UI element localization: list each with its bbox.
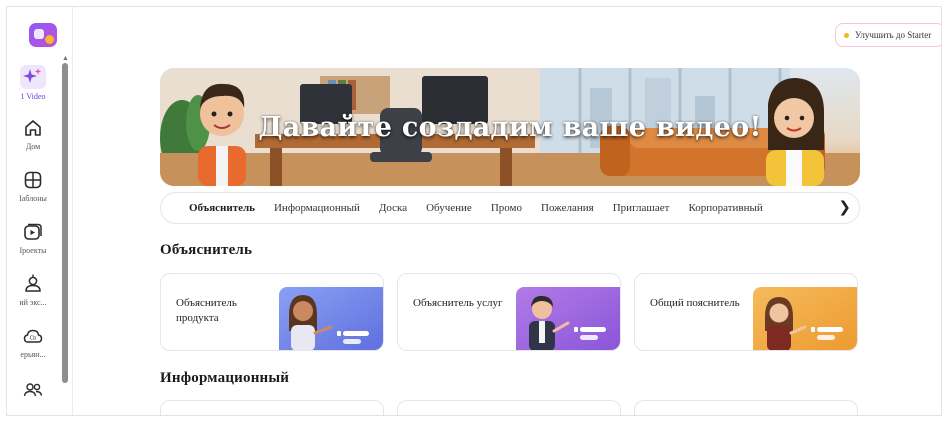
tab-promo[interactable]: Промо [491,202,522,214]
sparkle-icon [23,68,42,83]
tab-wishes[interactable]: Пожелания [541,202,594,214]
sidebar-item-ai-video[interactable]: 1 Video [7,65,59,101]
sidebar-item-avatar[interactable]: ий экс... [7,273,59,307]
sidebar-item-label: 1 Video [20,92,46,101]
card-label: Объяснитель услуг [413,297,503,309]
section-title-explainer: Объяснитель [160,242,253,258]
sidebar: ▲ 1 Video Дом Iаблоны Iроекты ий экс... … [7,7,73,415]
template-card-partial[interactable] [634,400,858,415]
sidebar-item-cloud[interactable]: Cb ерьян... [7,325,59,359]
upgrade-button[interactable]: Улучшить до Starter [835,23,941,47]
team-icon [23,383,43,397]
tab-whiteboard[interactable]: Доска [379,202,407,214]
template-card-general-explainer[interactable]: Общий пояснитель [634,273,858,351]
home-icon [25,120,41,136]
banner-title: Давайте создадим ваше видео! [258,112,762,143]
sidebar-item-home[interactable]: Дом [7,117,59,151]
hero-banner: Давайте создадим ваше видео! [160,68,860,186]
app-window: ▲ 1 Video Дом Iаблоны Iроекты ий экс... … [6,6,942,416]
sidebar-item-label: Iаблоны [19,194,47,203]
scroll-up-arrow-icon[interactable]: ▲ [62,54,69,62]
template-card-product-explainer[interactable]: Объяснитель продукта [160,273,384,351]
card-label: Объяснитель продукта [176,297,237,324]
presenter-woman-illustration [279,287,383,350]
sidebar-scrollbar[interactable] [62,63,68,383]
card-thumbnail [279,287,383,350]
sidebar-item-team[interactable] [7,379,59,401]
sidebar-item-label: Дом [25,142,41,151]
presenter-woman-orange-illustration [753,287,857,350]
presenter-man-illustration [516,287,620,350]
upgrade-label: Улучшить до Starter [855,30,932,40]
template-card-partial[interactable] [397,400,621,415]
svg-text:Cb: Cb [30,336,37,342]
tab-invitations[interactable]: Приглашает [613,202,670,214]
app-logo[interactable] [29,23,57,47]
tab-training[interactable]: Обучение [426,202,472,214]
tab-informational[interactable]: Информационный [274,202,360,214]
card-thumbnail [516,287,620,350]
avatar-icon [25,274,41,292]
template-card-service-explainer[interactable]: Объяснитель услуг [397,273,621,351]
sidebar-item-label: Iроекты [19,246,47,255]
projects-icon [24,223,42,240]
tab-corporate[interactable]: Корпоративный [688,202,762,214]
upgrade-dot-icon [844,32,849,38]
sidebar-item-label: ий экс... [19,298,47,307]
cloud-icon: Cb [23,329,43,343]
template-card-partial[interactable] [160,400,384,415]
sidebar-item-templates[interactable]: Iаблоны [7,169,59,203]
card-label: Общий пояснитель [650,297,740,309]
card-thumbnail [753,287,857,350]
chevron-right-icon[interactable]: ❯ [838,198,851,216]
sidebar-item-projects[interactable]: Iроекты [7,221,59,255]
category-tabs: Объяснитель Информационный Доска Обучени… [160,192,860,224]
templates-icon [24,171,42,189]
sidebar-item-label: ерьян... [20,350,46,359]
section-title-informational: Информационный [160,370,290,386]
tab-explainer[interactable]: Объяснитель [189,202,255,214]
